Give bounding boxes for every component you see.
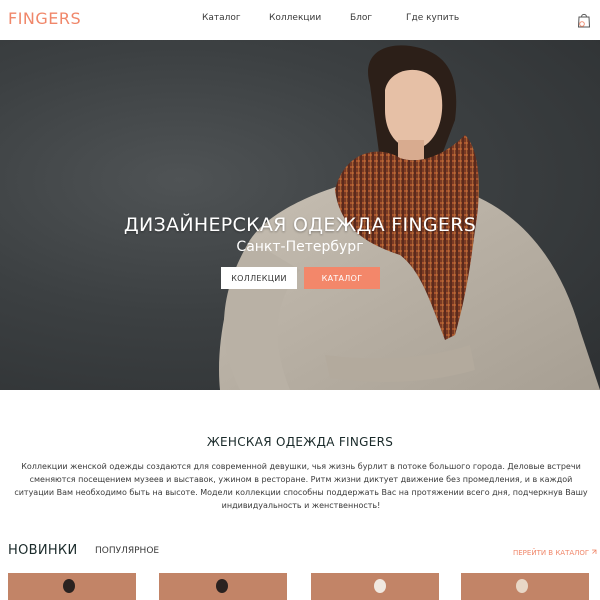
catalog-link-label: ПЕРЕЙТИ В КАТАЛОГ (513, 549, 590, 557)
site-header: FINGERS Каталог Коллекции Блог Где купит… (0, 0, 600, 40)
product-image (374, 579, 386, 593)
product-card[interactable] (311, 573, 439, 600)
product-card[interactable] (159, 573, 287, 600)
external-link-icon (592, 549, 597, 554)
product-image (63, 579, 75, 593)
tab-new[interactable]: НОВИНКИ (8, 543, 77, 558)
nav-item-blog[interactable]: Блог (350, 13, 372, 23)
nav-item-catalog[interactable]: Каталог (202, 13, 241, 23)
logo[interactable]: FINGERS (8, 9, 81, 28)
nav-item-where-to-buy[interactable]: Где купить (406, 13, 459, 23)
hero-banner: ДИЗАЙНЕРСКАЯ ОДЕЖДА FINGERS Санкт-Петерб… (0, 40, 600, 390)
catalog-button[interactable]: КАТАЛОГ (304, 267, 380, 289)
catalog-link[interactable]: ПЕРЕЙТИ В КАТАЛОГ (513, 549, 597, 557)
about-title: ЖЕНСКАЯ ОДЕЖДА FINGERS (206, 435, 394, 449)
product-image (216, 579, 228, 593)
collections-button[interactable]: КОЛЛЕКЦИИ (221, 267, 297, 289)
product-image (516, 579, 528, 593)
hero-subtitle: Санкт-Петербург (236, 239, 364, 255)
nav-item-collections[interactable]: Коллекции (269, 13, 321, 23)
product-card[interactable] (461, 573, 589, 600)
about-text: Коллекции женской одежды создаются для с… (14, 462, 588, 510)
product-card[interactable] (8, 573, 136, 600)
tab-popular[interactable]: ПОПУЛЯРНОЕ (95, 546, 159, 556)
shopping-bag-icon[interactable] (577, 12, 591, 28)
hero-title: ДИЗАЙНЕРСКАЯ ОДЕЖДА FINGERS (123, 214, 477, 236)
